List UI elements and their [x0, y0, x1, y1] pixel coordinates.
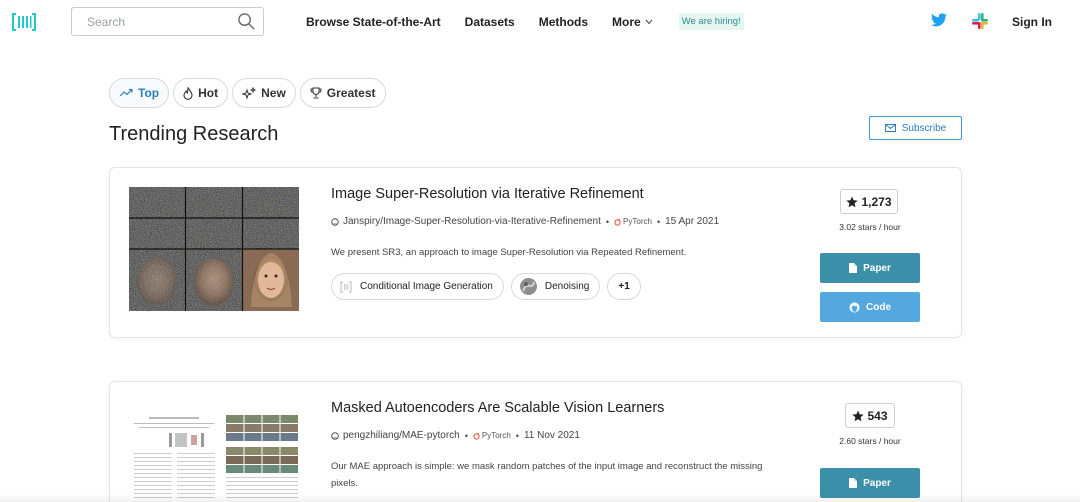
paper-title[interactable]: Masked Autoencoders Are Scalable Vision …: [331, 400, 664, 416]
sign-in-link[interactable]: Sign In: [1012, 15, 1052, 29]
trophy-icon: [310, 87, 322, 99]
repo-link[interactable]: Janspiry/Image-Super-Resolution-via-Iter…: [343, 216, 601, 227]
paper-card: Masked Autoencoders Are Scalable Vision …: [109, 381, 962, 502]
bottom-fade: [0, 494, 1080, 502]
task-tag[interactable]: Denoising: [510, 273, 601, 300]
search-input[interactable]: [87, 8, 237, 35]
paper-title[interactable]: Image Super-Resolution via Iterative Ref…: [331, 186, 644, 202]
tab-top-label: Top: [138, 86, 160, 100]
paper-abstract: Our MAE approach is simple: we mask rand…: [331, 461, 763, 489]
star-count: 543: [867, 408, 888, 423]
tab-new[interactable]: New: [232, 78, 296, 108]
pytorch-icon: [473, 432, 480, 440]
github-icon: [331, 431, 339, 440]
star-icon: [852, 410, 865, 421]
pytorch-icon: [614, 218, 621, 226]
task-tags: Conditional Image Generation Denoising +…: [331, 273, 648, 300]
paper-button[interactable]: Paper: [820, 253, 920, 283]
document-icon: [849, 478, 858, 488]
paper-button-label: Paper: [863, 477, 891, 489]
tab-top[interactable]: Top: [109, 78, 170, 108]
paper-meta: pengzhiliang/MAE-pytorch • PyTorch • 11 …: [331, 430, 580, 441]
twitter-icon[interactable]: [931, 13, 947, 27]
paper-date: 11 Nov 2021: [523, 430, 580, 441]
tab-greatest-label: Greatest: [326, 86, 376, 100]
star-icon: [846, 196, 859, 207]
paper-date: 15 Apr 2021: [665, 216, 720, 227]
top-navbar: Browse State-of-the-Art Datasets Methods…: [0, 0, 1080, 44]
tab-hot[interactable]: Hot: [173, 78, 229, 108]
tab-new-label: New: [261, 86, 286, 100]
document-icon: [849, 263, 858, 273]
github-icon: [331, 217, 339, 226]
separator-dot: •: [515, 430, 519, 441]
paper-thumbnail-image[interactable]: [129, 413, 299, 502]
papers-with-code-logo-icon[interactable]: [12, 12, 36, 32]
sparkle-icon: [242, 86, 257, 100]
framework-badge: PyTorch: [473, 431, 511, 440]
page-title: Trending Research: [109, 123, 279, 145]
task-tag-label: Conditional Image Generation: [360, 281, 493, 292]
nav-more-label: More: [612, 14, 641, 29]
flame-icon: [183, 86, 193, 100]
separator-dot: •: [656, 216, 661, 227]
framework-label: PyTorch: [481, 431, 511, 440]
search-icon[interactable]: [237, 12, 256, 31]
star-count-badge: 543: [845, 403, 895, 428]
separator-dot: •: [605, 216, 610, 227]
tab-hot-label: Hot: [198, 86, 219, 100]
code-button[interactable]: Code: [820, 292, 920, 322]
task-thumbnail-icon: [340, 280, 352, 293]
hiring-badge[interactable]: We are hiring!: [678, 13, 744, 30]
paper-button-label: Paper: [863, 262, 891, 274]
paper-abstract: We present SR3, an approach to image Sup…: [331, 247, 687, 258]
stars-per-hour: 3.02 stars / hour: [839, 222, 901, 232]
paper-card: Image Super-Resolution via Iterative Ref…: [109, 167, 962, 338]
nav-methods[interactable]: Methods: [539, 15, 588, 29]
paper-thumbnail-image[interactable]: [129, 187, 299, 311]
task-thumbnail-icon: [519, 278, 537, 295]
star-count-badge: 1,273: [840, 189, 898, 214]
star-count: 1,273: [861, 194, 892, 209]
framework-badge: PyTorch: [614, 217, 652, 226]
nav-more-dropdown[interactable]: More: [612, 15, 653, 29]
separator-dot: •: [464, 430, 468, 441]
task-tag-label: Denoising: [544, 281, 590, 292]
subscribe-button[interactable]: Subscribe: [869, 116, 962, 140]
search-box: [71, 7, 264, 36]
nav-links: Browse State-of-the-Art Datasets Methods…: [306, 13, 744, 30]
trending-icon: [119, 88, 133, 97]
framework-label: PyTorch: [623, 217, 652, 226]
paper-meta: Janspiry/Image-Super-Resolution-via-Iter…: [331, 216, 719, 227]
mail-icon: [884, 124, 896, 132]
filter-tabs: Top Hot New Greatest: [109, 78, 390, 108]
nav-browse-sota[interactable]: Browse State-of-the-Art: [306, 15, 441, 29]
more-tasks-tag[interactable]: +1: [607, 273, 641, 300]
task-tag[interactable]: Conditional Image Generation: [331, 273, 504, 300]
repo-link[interactable]: pengzhiliang/MAE-pytorch: [343, 430, 460, 441]
tab-greatest[interactable]: Greatest: [299, 78, 386, 108]
stars-per-hour: 2.60 stars / hour: [839, 436, 901, 446]
subscribe-label: Subscribe: [901, 122, 947, 134]
chevron-down-icon: [645, 19, 653, 24]
slack-icon[interactable]: [972, 13, 988, 29]
github-icon: [849, 302, 860, 312]
code-button-label: Code: [866, 301, 891, 313]
nav-datasets[interactable]: Datasets: [465, 15, 515, 29]
